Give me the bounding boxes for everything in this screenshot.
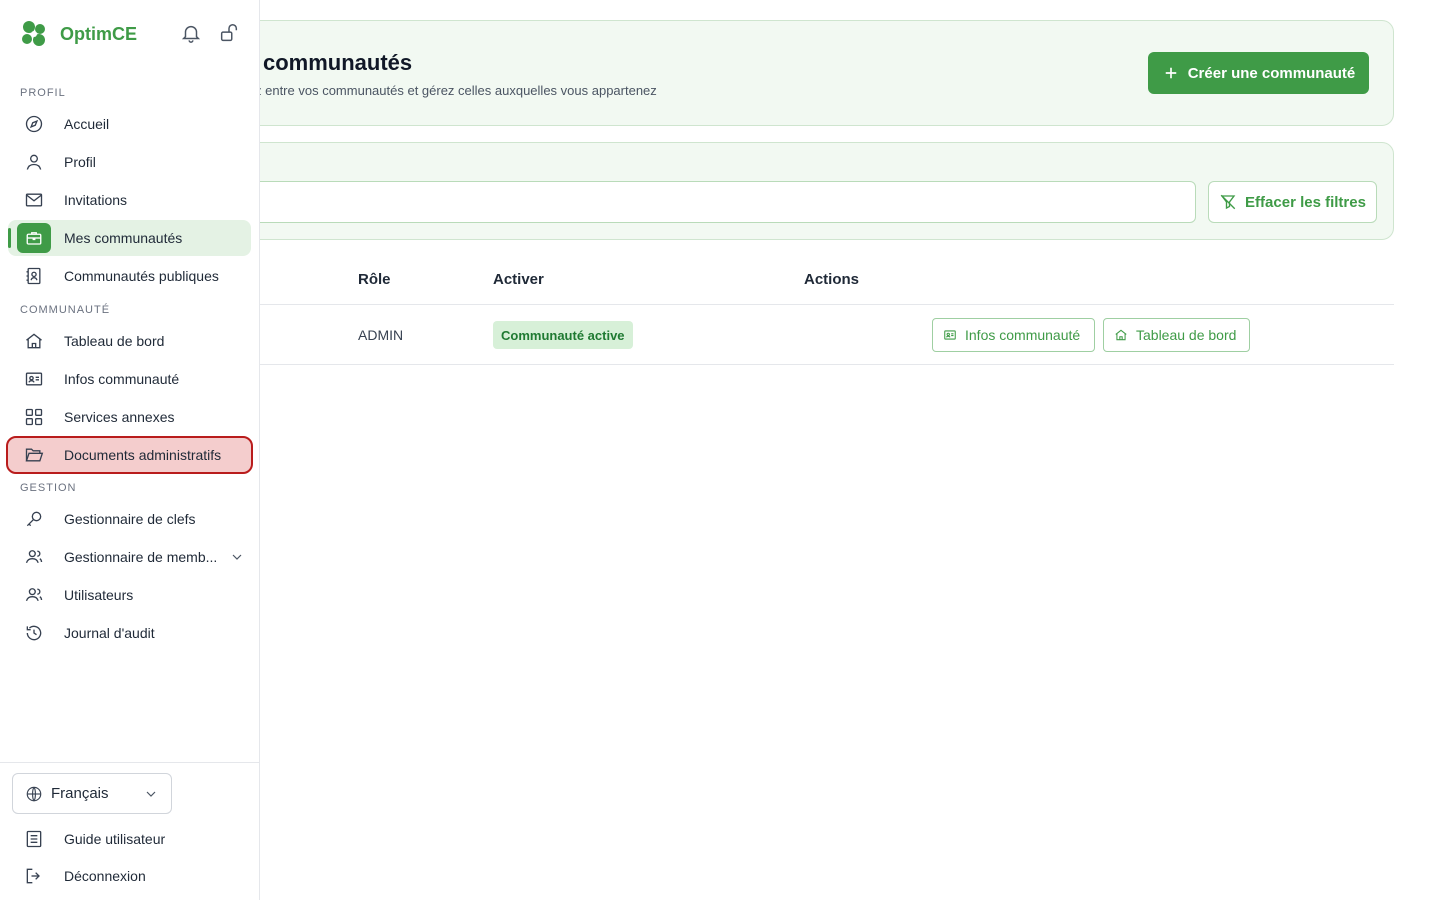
- create-community-label: Créer une communauté: [1187, 64, 1356, 82]
- logout-icon: [26, 868, 40, 884]
- sidebar-item-label: Services annexes: [64, 409, 175, 425]
- chevron-down-icon: [146, 791, 156, 797]
- sidebar-item-label: Invitations: [64, 192, 128, 208]
- column-header-role: Rôle: [358, 271, 391, 288]
- logout-label: Déconnexion: [64, 868, 146, 884]
- sidebar-item-label: Mes communautés: [64, 230, 183, 246]
- sidebar-item-gestionnaire-de-membres[interactable]: Gestionnaire de memb...: [8, 539, 251, 575]
- grid-icon: [22, 405, 46, 429]
- sidebar-item-profil[interactable]: Profil: [8, 144, 251, 180]
- table-header-divider: [260, 304, 1394, 305]
- clear-filters-label: Effacer les filtres: [1245, 193, 1366, 211]
- sidebar-item-tableau-de-bord[interactable]: Tableau de bord: [8, 323, 251, 359]
- sidebar-item-infos-communaute[interactable]: Infos communauté: [8, 361, 251, 397]
- sidebar-item-label: Documents administratifs: [64, 447, 222, 463]
- sidebar-item-services-annexes[interactable]: Services annexes: [8, 399, 251, 435]
- user-icon: [22, 150, 46, 174]
- clear-filters-button[interactable]: Effacer les filtres: [1208, 181, 1377, 223]
- sidebar-item-mes-communautes[interactable]: Mes communautés: [8, 220, 251, 256]
- users-icon: [22, 545, 46, 569]
- page-title: communautés: [263, 50, 413, 75]
- status-badge: Communauté active: [493, 321, 633, 349]
- unlock-icon[interactable]: [218, 22, 240, 44]
- logout-link[interactable]: Déconnexion: [24, 864, 146, 888]
- guide-utilisateur-link[interactable]: Guide utilisateur: [24, 827, 165, 851]
- key-icon: [22, 507, 46, 531]
- sidebar-item-label: Infos communauté: [64, 371, 180, 387]
- sidebar-item-label: Gestionnaire de memb...: [64, 549, 218, 565]
- sidebar-item-label: Communautés publiques: [64, 268, 219, 284]
- id-card-icon: [944, 330, 956, 340]
- column-header-actions: Actions: [804, 271, 860, 288]
- sidebar-item-label: Journal d'audit: [64, 625, 155, 641]
- contact-book-icon: [22, 264, 46, 288]
- role-cell: ADMIN: [358, 327, 404, 343]
- globe-icon: [26, 786, 42, 801]
- sidebar-item-label: Utilisateurs: [64, 587, 134, 603]
- sidebar-item-utilisateurs[interactable]: Utilisateurs: [8, 577, 251, 613]
- sidebar-item-documents-administratifs[interactable]: Documents administratifs: [6, 436, 253, 474]
- chevron-down-icon[interactable]: [229, 549, 245, 565]
- book-icon: [26, 830, 42, 848]
- folder-open-icon: [22, 443, 46, 467]
- search-input[interactable]: [200, 181, 1196, 223]
- bell-icon[interactable]: [180, 22, 202, 44]
- brand[interactable]: OptimCE: [18, 18, 137, 50]
- table-row-divider: [260, 364, 1394, 365]
- home-icon: [1115, 329, 1127, 341]
- filter-off-icon: [1220, 194, 1236, 210]
- mail-icon: [22, 188, 46, 212]
- sidebar-item-communautes-publiques[interactable]: Communautés publiques: [8, 258, 251, 294]
- history-icon: [22, 621, 46, 645]
- sidebar-item-accueil[interactable]: Accueil: [8, 106, 251, 142]
- language-value: Français: [51, 785, 109, 802]
- sidebar: OptimCE PROFIL Accueil Profil Invitation…: [0, 0, 260, 900]
- sidebar-item-gestionnaire-de-clefs[interactable]: Gestionnaire de clefs: [8, 501, 251, 537]
- clover-logo-icon: [22, 21, 45, 46]
- brand-name: OptimCE: [60, 23, 138, 44]
- column-header-activer: Activer: [493, 271, 544, 288]
- sidebar-item-label: Profil: [64, 154, 96, 170]
- infos-communaute-button[interactable]: Infos communauté: [932, 318, 1095, 352]
- sidebar-item-journal-d-audit[interactable]: Journal d'audit: [8, 615, 251, 651]
- sidebar-item-label: Tableau de bord: [64, 333, 165, 349]
- sidebar-divider: [0, 762, 259, 763]
- tableau-de-bord-label: Tableau de bord: [1136, 327, 1237, 343]
- section-title-profil: PROFIL: [20, 87, 66, 99]
- compass-icon: [22, 112, 46, 136]
- home-icon: [22, 329, 46, 353]
- create-community-button[interactable]: Créer une communauté: [1148, 52, 1369, 94]
- tableau-de-bord-button[interactable]: Tableau de bord: [1103, 318, 1250, 352]
- sidebar-item-invitations[interactable]: Invitations: [8, 182, 251, 218]
- section-title-gestion: GESTION: [20, 482, 77, 494]
- briefcase-icon: [17, 223, 51, 253]
- sidebar-item-label: Accueil: [64, 116, 110, 132]
- infos-communaute-label: Infos communauté: [965, 327, 1081, 343]
- id-card-icon: [22, 367, 46, 391]
- users-icon: [22, 583, 46, 607]
- section-title-communaute: COMMUNAUTÉ: [20, 304, 111, 316]
- plus-icon: [1165, 67, 1176, 79]
- page-subtitle: z entre vos communautés et gérez celles …: [255, 83, 657, 98]
- sidebar-item-label: Gestionnaire de clefs: [64, 511, 196, 527]
- guide-utilisateur-label: Guide utilisateur: [64, 831, 166, 847]
- language-select[interactable]: Français: [12, 773, 172, 814]
